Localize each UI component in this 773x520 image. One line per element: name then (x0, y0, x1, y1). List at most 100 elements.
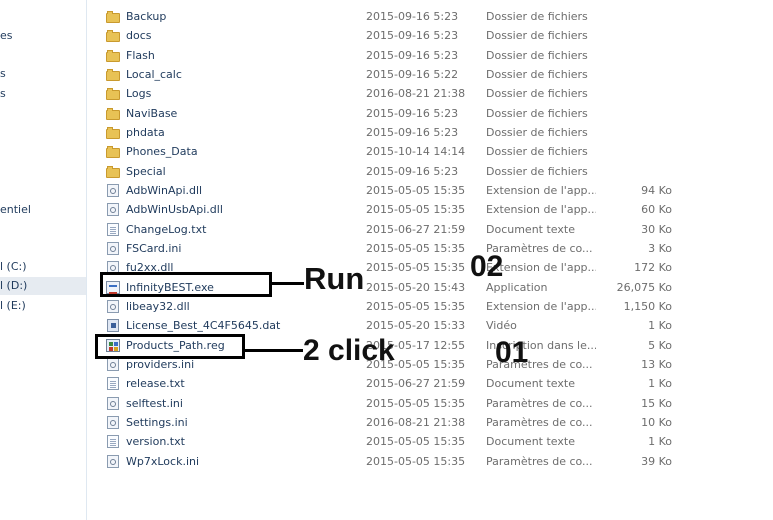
file-name: Phones_Data (126, 145, 198, 159)
file-date: 2015-05-05 15:35 (366, 435, 466, 449)
file-size: 5 Ko (648, 338, 672, 352)
file-row[interactable]: Flash 2015-09-16 5:23 Dossier de fichiers (88, 46, 773, 65)
run-annotation-label: Run (304, 261, 365, 296)
nav-item-drive-d[interactable]: l (D:) (0, 277, 86, 295)
file-date: 2015-05-20 15:33 (366, 319, 466, 333)
nav-item-2[interactable]: s (0, 65, 6, 83)
file-type: Document texte (486, 222, 575, 236)
file-date: 2015-05-20 15:43 (366, 280, 466, 294)
file-size (602, 162, 672, 181)
file-name: docs (126, 29, 152, 43)
file-type: Dossier de fichiers (486, 106, 588, 120)
nav-item-1[interactable]: es (0, 27, 13, 45)
video-file-icon (107, 319, 119, 333)
file-date: 2015-05-05 15:35 (366, 454, 466, 468)
file-type: Extension de l'app... (486, 299, 596, 313)
run-connector-line (272, 282, 304, 285)
run-highlight-box (100, 272, 272, 297)
text-file-icon (107, 222, 119, 236)
file-row[interactable]: Backup 2015-09-16 5:23 Dossier de fichiers (88, 7, 773, 26)
ini-file-icon (107, 415, 119, 429)
folder-icon (106, 126, 120, 139)
file-size: 3 Ko (648, 241, 672, 255)
nav-item-drive-e[interactable]: l (E:) (0, 297, 26, 315)
file-size (602, 84, 672, 103)
file-name: Local_calc (126, 67, 182, 81)
file-name: AdbWinApi.dll (126, 183, 203, 197)
file-size: 60 Ko (641, 203, 672, 217)
dll-icon (107, 183, 119, 197)
nav-item-3[interactable]: s (0, 85, 6, 103)
file-row[interactable]: Phones_Data 2015-10-14 14:14 Dossier de fi… (88, 142, 773, 161)
file-row[interactable]: release.txt 2015-06-27 21:59 Document text… (88, 374, 773, 393)
file-row[interactable]: FSCard.ini 2015-05-05 15:35 Paramètres de … (88, 239, 773, 258)
file-date: 2015-05-05 15:35 (366, 299, 466, 313)
file-row[interactable]: Wp7xLock.ini 2015-05-05 15:35 Paramètres d… (88, 452, 773, 471)
click-highlight-box (95, 334, 245, 359)
file-type: Dossier de fichiers (486, 48, 588, 62)
run-step-number: 02 (470, 250, 504, 283)
file-size: 1,150 Ko (623, 299, 672, 313)
folder-icon (106, 145, 120, 159)
file-size (602, 26, 672, 45)
ini-file-icon (107, 241, 119, 255)
file-type: Document texte (486, 377, 575, 391)
file-row[interactable]: Special 2015-09-16 5:23 Dossier de fichier… (88, 162, 773, 181)
file-list: Backup 2015-09-16 5:23 Dossier de fichiers… (88, 0, 773, 520)
file-date: 2015-09-16 5:23 (366, 106, 459, 120)
file-size: 10 Ko (641, 415, 672, 429)
file-date: 2015-05-05 15:35 (366, 261, 466, 275)
file-name: Wp7xLock.ini (126, 454, 200, 468)
file-size: 13 Ko (641, 357, 672, 371)
click-step-number: 01 (495, 336, 529, 369)
navigation-pane: es s s entiel l (C:) l (D:) l (E:) (0, 0, 87, 520)
file-size: 1 Ko (648, 377, 672, 391)
file-date: 2015-06-27 21:59 (366, 222, 466, 236)
ini-file-icon (107, 396, 119, 410)
file-row[interactable]: AdbWinApi.dll 2015-05-05 15:35 Extension d… (88, 181, 773, 200)
file-date: 2015-09-16 5:23 (366, 29, 459, 43)
file-row[interactable]: NaviBase 2015-09-16 5:23 Dossier de fichie… (88, 104, 773, 123)
file-name: version.txt (126, 435, 185, 449)
file-type: Extension de l'app... (486, 203, 596, 217)
file-row[interactable]: Settings.ini 2016-08-21 21:38 Paramètres d… (88, 413, 773, 432)
nav-item-drive-c[interactable]: l (C:) (0, 258, 27, 276)
file-size (602, 7, 672, 26)
ini-file-icon (107, 357, 119, 371)
file-row[interactable]: version.txt 2015-05-05 15:35 Document text… (88, 432, 773, 451)
file-date: 2015-05-05 15:35 (366, 203, 466, 217)
file-type: Dossier de fichiers (486, 67, 588, 81)
file-size (602, 123, 672, 142)
file-row[interactable]: Logs 2016-08-21 21:38 Dossier de fichiers (88, 84, 773, 103)
file-row[interactable]: ChangeLog.txt 2015-06-27 21:59 Document te… (88, 220, 773, 239)
file-size: 172 Ko (634, 261, 672, 275)
file-name: Special (126, 164, 166, 178)
file-row[interactable]: selftest.ini 2015-05-05 15:35 Paramètres d… (88, 394, 773, 413)
file-name: release.txt (126, 377, 185, 391)
file-size (602, 142, 672, 161)
nav-item-4[interactable]: entiel (0, 201, 31, 219)
file-size: 1 Ko (648, 319, 672, 333)
file-size: 1 Ko (648, 435, 672, 449)
file-date: 2016-08-21 21:38 (366, 415, 466, 429)
file-row[interactable]: AdbWinUsbApi.dll 2015-05-05 15:35 Extensio… (88, 200, 773, 219)
file-name: Settings.ini (126, 415, 188, 429)
file-row[interactable]: phdata 2015-09-16 5:23 Dossier de fichiers (88, 123, 773, 142)
file-date: 2015-05-05 15:35 (366, 396, 466, 410)
file-type: Dossier de fichiers (486, 145, 588, 159)
file-size: 15 Ko (641, 396, 672, 410)
file-row[interactable]: Local_calc 2015-09-16 5:22 Dossier de fich… (88, 65, 773, 84)
ini-file-icon (107, 454, 119, 468)
file-name: NaviBase (126, 106, 178, 120)
folder-icon (106, 49, 120, 62)
file-row[interactable]: libeay32.dll 2015-05-05 15:35 Extension de… (88, 297, 773, 316)
file-type: Extension de l'app... (486, 183, 596, 197)
file-name: ChangeLog.txt (126, 222, 207, 236)
file-name: AdbWinUsbApi.dll (126, 203, 223, 217)
file-row[interactable]: docs 2015-09-16 5:23 Dossier de fichiers (88, 26, 773, 45)
folder-icon (106, 87, 120, 101)
file-row[interactable]: License_Best_4C4F5645.dat 2015-05-20 15:3… (88, 316, 773, 335)
file-name: Flash (126, 48, 155, 62)
file-date: 2015-09-16 5:22 (366, 67, 459, 81)
file-date: 2015-09-16 5:23 (366, 125, 459, 139)
